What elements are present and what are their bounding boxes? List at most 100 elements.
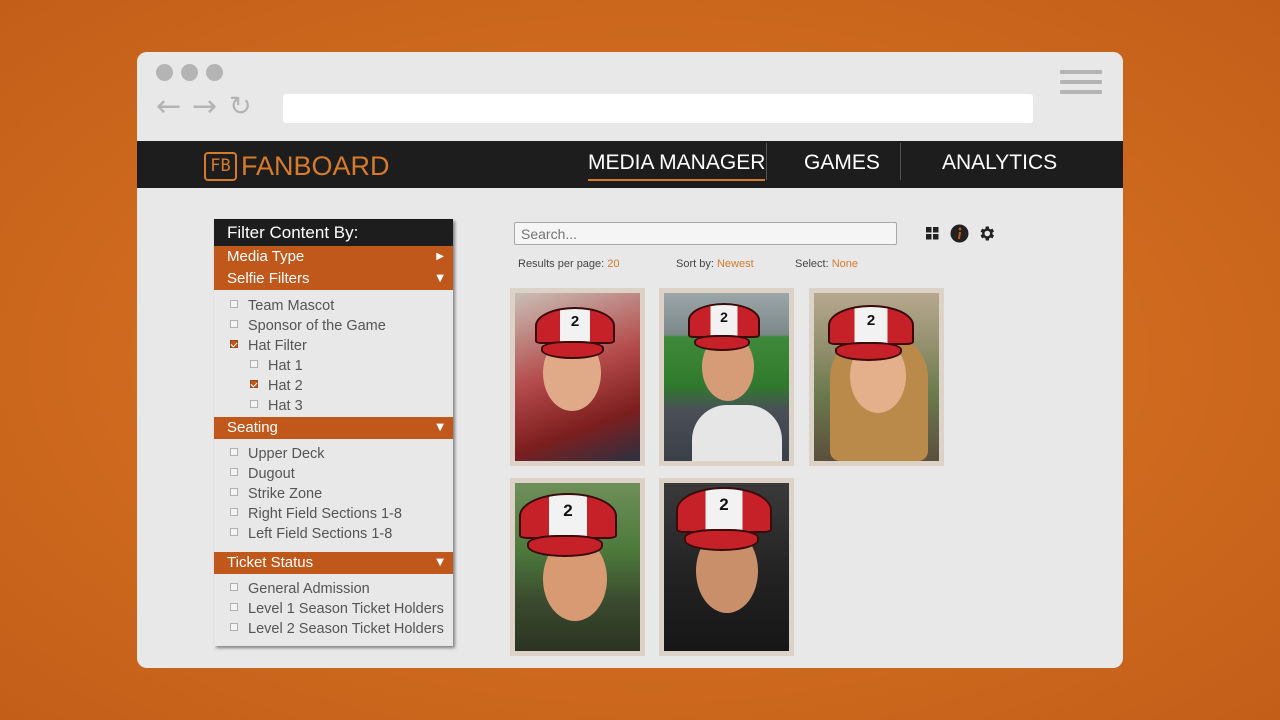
hat-number: 2 — [563, 500, 573, 520]
select-label: Select: — [795, 258, 829, 270]
brand-name: FANBOARD — [241, 151, 390, 181]
reload-icon[interactable]: ↻ — [229, 92, 252, 122]
hat-number: 2 — [720, 308, 728, 325]
option-label: Level 1 Season Ticket Holders — [248, 601, 444, 617]
checkbox[interactable] — [250, 360, 258, 368]
section-label: Seating — [227, 419, 278, 436]
checkbox[interactable] — [230, 603, 238, 611]
window-dot-minimize[interactable] — [181, 64, 198, 81]
filter-option-level-1[interactable]: Level 1 Season Ticket Holders — [230, 600, 444, 618]
filter-option-sponsor[interactable]: Sponsor of the Game — [230, 317, 386, 335]
back-arrow-icon[interactable]: ← — [156, 92, 181, 122]
filter-option-left-field[interactable]: Left Field Sections 1-8 — [230, 525, 392, 543]
filter-option-team-mascot[interactable]: Team Mascot — [230, 297, 334, 315]
filter-option-hat-3[interactable]: Hat 3 — [250, 397, 303, 415]
section-label: Media Type — [227, 248, 305, 265]
filter-option-general-admission[interactable]: General Admission — [230, 580, 370, 598]
sort-value[interactable]: Newest — [717, 258, 754, 270]
option-label: General Admission — [248, 581, 370, 597]
browser-window: ← → ↻ FB FANBOARD MEDIA MANAGER GAMES AN… — [137, 52, 1123, 668]
window-dot-maximize[interactable] — [206, 64, 223, 81]
nav-games[interactable]: GAMES — [804, 148, 880, 178]
checkbox[interactable] — [230, 448, 238, 456]
checkbox[interactable] — [230, 488, 238, 496]
filter-option-hat-1[interactable]: Hat 1 — [250, 357, 303, 375]
filter-option-right-field[interactable]: Right Field Sections 1-8 — [230, 505, 402, 523]
filter-section-seating[interactable]: Seating ▼ — [214, 417, 453, 439]
fan-photo: 2 — [814, 293, 939, 461]
section-label: Ticket Status — [227, 554, 314, 571]
caret-right-icon: ▶ — [436, 251, 444, 262]
hat-number: 2 — [719, 494, 729, 514]
filter-option-hat-filter[interactable]: Hat Filter — [230, 337, 307, 355]
nav-divider — [766, 143, 767, 180]
checkbox[interactable] — [230, 583, 238, 591]
address-bar[interactable] — [283, 94, 1033, 123]
media-thumbnail[interactable]: 2 — [809, 288, 944, 466]
checkbox[interactable] — [230, 508, 238, 516]
browser-chrome: ← → ↻ — [137, 52, 1123, 141]
checkbox[interactable] — [230, 623, 238, 631]
checkbox-checked[interactable] — [250, 380, 258, 388]
checkbox[interactable] — [230, 468, 238, 476]
option-label: Level 2 Season Ticket Holders — [248, 621, 444, 637]
caret-down-icon: ▼ — [436, 273, 444, 284]
section-label: Selfie Filters — [227, 270, 310, 287]
fan-photo: 2 — [664, 293, 789, 461]
checkbox[interactable] — [250, 400, 258, 408]
filter-panel: Filter Content By: Media Type ▶ Selfie Fi… — [214, 219, 453, 646]
option-label: Left Field Sections 1-8 — [248, 526, 393, 542]
option-label: Right Field Sections 1-8 — [248, 506, 402, 522]
media-thumbnail[interactable]: 2 — [510, 288, 645, 466]
select-value[interactable]: None — [832, 258, 858, 270]
filter-section-media-type[interactable]: Media Type ▶ — [214, 246, 453, 268]
nav-divider — [900, 143, 901, 180]
search-input[interactable] — [514, 222, 897, 245]
media-thumbnail[interactable]: 2 — [659, 288, 794, 466]
sort-label: Sort by: — [676, 258, 714, 270]
fan-photo: 2 — [515, 483, 640, 651]
forward-arrow-icon[interactable]: → — [192, 92, 217, 122]
hat-overlay: 2 — [676, 487, 772, 551]
menu-icon[interactable] — [1060, 70, 1102, 100]
checkbox-checked[interactable] — [230, 340, 238, 348]
info-icon[interactable] — [950, 224, 969, 243]
nav-media-manager[interactable]: MEDIA MANAGER — [588, 148, 766, 181]
caret-down-icon: ▼ — [436, 557, 444, 568]
filter-option-dugout[interactable]: Dugout — [230, 465, 295, 483]
checkbox[interactable] — [230, 300, 238, 308]
checkbox[interactable] — [230, 528, 238, 536]
media-thumbnail[interactable]: 2 — [510, 478, 645, 656]
results-per-page-label: Results per page: — [518, 258, 605, 270]
hat-number: 2 — [866, 311, 876, 329]
results-per-page-value[interactable]: 20 — [607, 258, 619, 270]
grid-view-icon[interactable] — [926, 227, 939, 240]
results-per-page[interactable]: Results per page: 20 — [518, 258, 620, 270]
select-control[interactable]: Select: None — [795, 258, 858, 270]
option-label: Team Mascot — [248, 298, 335, 314]
hat-overlay: 2 — [535, 307, 615, 359]
filter-option-strike-zone[interactable]: Strike Zone — [230, 485, 322, 503]
filter-option-upper-deck[interactable]: Upper Deck — [230, 445, 325, 463]
hat-overlay: 2 — [828, 305, 914, 361]
option-label: Hat Filter — [248, 338, 307, 354]
filter-section-selfie-filters[interactable]: Selfie Filters ▼ — [214, 268, 453, 290]
hat-overlay: 2 — [519, 493, 617, 557]
nav-analytics[interactable]: ANALYTICS — [942, 148, 1057, 178]
window-dot-close[interactable] — [156, 64, 173, 81]
caret-down-icon: ▼ — [436, 422, 444, 433]
option-label: Upper Deck — [248, 446, 325, 462]
sort-by[interactable]: Sort by: Newest — [676, 258, 754, 270]
option-label: Strike Zone — [248, 486, 323, 502]
gear-icon[interactable] — [977, 224, 996, 243]
logo-mark: FB — [204, 152, 237, 181]
filter-option-hat-2[interactable]: Hat 2 — [250, 377, 303, 395]
option-label: Hat 2 — [268, 378, 303, 394]
filter-section-ticket-status[interactable]: Ticket Status ▼ — [214, 552, 453, 574]
hat-overlay: 2 — [688, 303, 760, 351]
filter-option-level-2[interactable]: Level 2 Season Ticket Holders — [230, 620, 444, 638]
media-thumbnail[interactable]: 2 — [659, 478, 794, 656]
top-navigation: FB FANBOARD MEDIA MANAGER GAMES ANALYTIC… — [137, 141, 1123, 188]
filter-panel-title: Filter Content By: — [214, 219, 453, 246]
checkbox[interactable] — [230, 320, 238, 328]
